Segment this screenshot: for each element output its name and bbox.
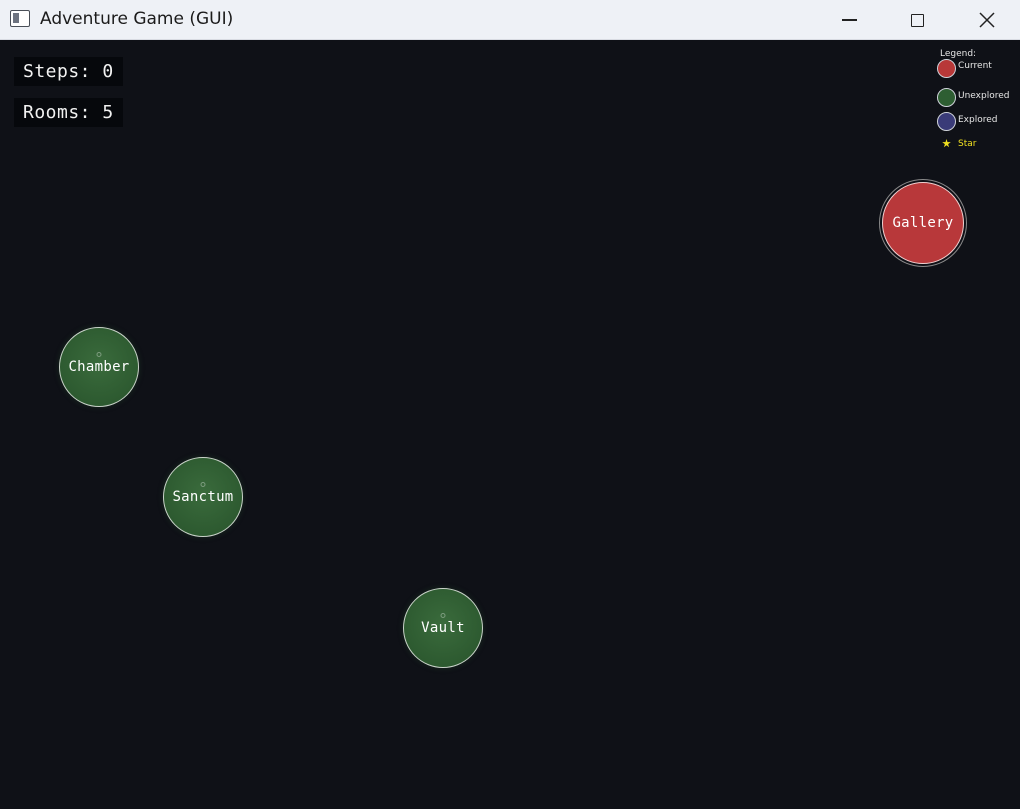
maximize-button[interactable] [894, 0, 940, 40]
legend-label-current: Current [958, 61, 992, 71]
window-title: Adventure Game (GUI) [40, 9, 234, 29]
legend-swatch-current [937, 59, 956, 78]
room-label: Gallery [892, 215, 954, 231]
room-label: Vault [421, 620, 465, 636]
game-window: Adventure Game (GUI) Steps: 0 Rooms: 5 L… [0, 0, 1020, 809]
legend-title: Legend: [940, 49, 977, 59]
room-gallery[interactable]: Gallery [882, 182, 964, 264]
legend-swatch-explored [937, 112, 956, 131]
maximize-icon [910, 13, 924, 27]
legend-label-explored: Explored [958, 115, 998, 125]
room-vault[interactable]: Vault [403, 588, 483, 668]
title-bar[interactable]: Adventure Game (GUI) [0, 0, 1020, 40]
app-icon [10, 10, 30, 27]
room-marker-icon [200, 482, 206, 487]
legend-label-unexplored: Unexplored [958, 91, 1010, 101]
legend-label-star: Star [958, 139, 977, 149]
steps-counter: Steps: 0 [14, 57, 123, 86]
star-icon [942, 139, 951, 148]
room-label: Sanctum [172, 489, 234, 505]
minimize-button[interactable] [826, 0, 872, 40]
minimize-icon [841, 19, 857, 21]
legend-swatch-unexplored [937, 88, 956, 107]
room-label: Chamber [68, 359, 130, 375]
legend: Legend: Current Unexplored Explored Star [936, 49, 1020, 159]
close-icon [979, 12, 995, 28]
room-chamber[interactable]: Chamber [59, 327, 139, 407]
room-sanctum[interactable]: Sanctum [163, 457, 243, 537]
rooms-counter: Rooms: 5 [14, 98, 123, 127]
room-marker-icon [96, 352, 102, 357]
close-button[interactable] [964, 0, 1010, 40]
room-marker-icon [440, 613, 446, 618]
